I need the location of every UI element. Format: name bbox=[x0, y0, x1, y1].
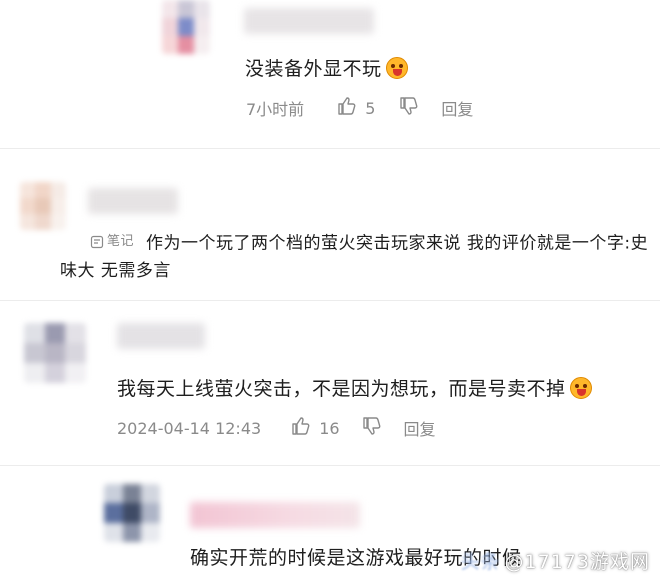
grin-emoji-icon bbox=[385, 57, 408, 79]
thumbs-down-icon[interactable] bbox=[362, 416, 382, 440]
thumbs-up-icon[interactable] bbox=[291, 416, 311, 440]
comment-text: 笔记 作为一个玩了两个档的萤火突击玩家来说 我的评价就是一个字:史 味大 无需多… bbox=[60, 228, 650, 285]
divider bbox=[0, 300, 660, 301]
username[interactable] bbox=[190, 502, 360, 528]
divider bbox=[0, 465, 660, 466]
avatar[interactable] bbox=[24, 323, 86, 383]
thumbs-down-icon[interactable] bbox=[399, 96, 419, 120]
timestamp: 7小时前 bbox=[246, 100, 305, 119]
watermark: 头条 @17173游戏网 bbox=[460, 551, 650, 573]
reply-button[interactable]: 回复 bbox=[404, 416, 436, 440]
note-icon bbox=[90, 235, 104, 248]
comment-2: 笔记 作为一个玩了两个档的萤火突击玩家来说 我的评价就是一个字:史 味大 无需多… bbox=[0, 170, 660, 290]
comment-text: 我每天上线萤火突击，不是因为想玩，而是号卖不掉 bbox=[117, 375, 592, 403]
thumbs-up-icon[interactable] bbox=[337, 96, 357, 120]
comment-text: 没装备外显不玩 bbox=[245, 55, 408, 83]
avatar[interactable] bbox=[20, 182, 66, 230]
avatar[interactable] bbox=[162, 0, 210, 54]
like-count: 16 bbox=[319, 418, 340, 438]
reply-button[interactable]: 回复 bbox=[441, 96, 473, 120]
timestamp: 2024-04-14 12:43 bbox=[117, 418, 262, 438]
username[interactable] bbox=[244, 8, 374, 34]
note-tag[interactable]: 笔记 bbox=[90, 228, 134, 255]
avatar[interactable] bbox=[104, 484, 160, 542]
username[interactable] bbox=[117, 323, 205, 349]
divider bbox=[0, 148, 660, 149]
like-count: 5 bbox=[365, 98, 376, 118]
comment-3: 我每天上线萤火突击，不是因为想玩，而是号卖不掉 2024-04-14 12:43… bbox=[0, 315, 660, 455]
username[interactable] bbox=[88, 188, 178, 214]
comment-1: 没装备外显不玩 7小时前 5 回复 bbox=[0, 0, 660, 130]
grin-emoji-icon bbox=[569, 377, 592, 399]
